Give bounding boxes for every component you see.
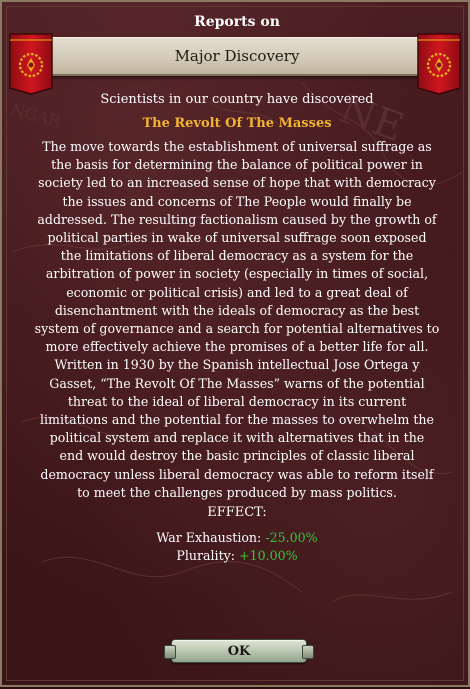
description-line: end would destroy the basic principles o… — [59, 448, 415, 464]
red-laurel-flag-icon — [417, 33, 461, 95]
description-line: Gasset, “The Revolt Of The Masses” warns… — [49, 375, 425, 391]
description-line: the limitations of liberal democracy as … — [60, 248, 414, 264]
description-line: addressed. The resulting factionalism ca… — [37, 211, 437, 227]
event-title: Major Discovery — [174, 47, 300, 65]
discovery-intro: Scientists in our country have discovere… — [100, 92, 374, 107]
report-header: Reports on — [194, 14, 280, 30]
description-line: society led to an increased sense of hop… — [38, 175, 436, 191]
description-line: system of governance and a search for po… — [34, 321, 440, 337]
description-line: disenchantment with the ideals of democr… — [54, 302, 420, 318]
description-line: democracy unless liberal democracy was a… — [40, 466, 434, 482]
description-line: the issues and concerns of The People wo… — [62, 193, 412, 209]
event-description: The move towards the establishment of un… — [32, 138, 442, 502]
description-line: the basis for determining the balance of… — [51, 157, 423, 173]
description-line: limitations and the potential for the ma… — [40, 412, 434, 428]
description-line: political parties in wake of universal s… — [47, 230, 427, 246]
title-banner: Major Discovery — [30, 37, 444, 76]
description-line: The move towards the establishment of un… — [42, 139, 432, 154]
effect-value: +10.00% — [239, 548, 298, 563]
description-line: Written in 1930 by the Spanish intellect… — [54, 357, 420, 373]
description-line: to meet the challenges produced by mass … — [77, 484, 397, 500]
effect-name: War Exhaustion: — [156, 530, 262, 545]
event-window: NE NGAR Reports on Major Discovery Scien… — [0, 0, 470, 687]
effect-plurality: Plurality: +10.00% — [2, 548, 470, 563]
description-line: political system and replace it with alt… — [49, 430, 425, 446]
description-line: more effectively achieve the promises of… — [45, 339, 429, 355]
description-line: economic or political crisis) and led to… — [66, 284, 408, 300]
effect-name: Plurality: — [176, 548, 236, 563]
description-line: arbitration of power in society (especia… — [45, 266, 429, 282]
effect-value: -25.00% — [265, 530, 318, 545]
event-name: The Revolt Of The Masses — [142, 116, 332, 131]
ok-button[interactable]: OK — [164, 639, 314, 663]
red-laurel-flag-icon — [9, 33, 53, 95]
description-line: threat to the ideal of liberal democracy… — [67, 393, 407, 409]
effect-war-exhaustion: War Exhaustion: -25.00% — [2, 530, 470, 545]
effect-label: EFFECT: — [207, 505, 267, 520]
